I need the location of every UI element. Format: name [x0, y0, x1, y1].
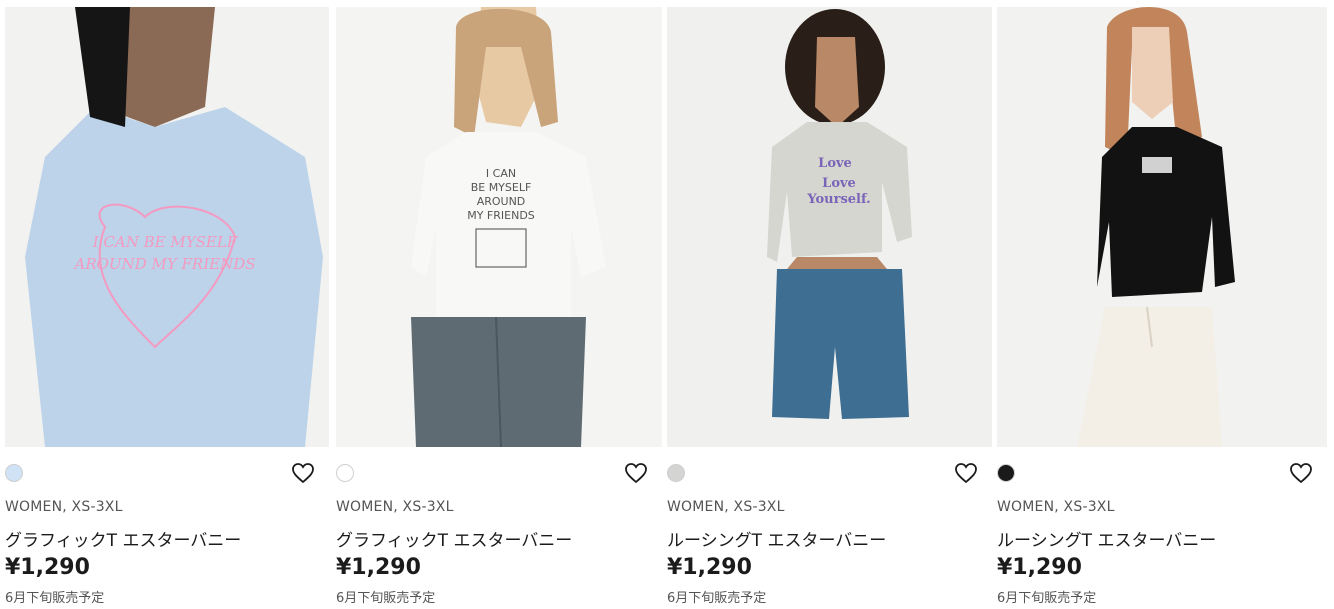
product-category: WOMEN, XS-3XL [336, 499, 454, 515]
product-card[interactable]: WOMEN, XS-3XL ルーシングT エスターバニー ¥1,290 6月下旬… [997, 7, 1327, 609]
favorite-heart-icon[interactable] [624, 462, 648, 484]
color-swatch[interactable] [5, 464, 23, 482]
product-name[interactable]: グラフィックT エスターバニー [336, 526, 572, 551]
product-price: ¥1,290 [5, 555, 90, 580]
shirt-print-text: Yourself. [806, 192, 870, 207]
color-swatch[interactable] [667, 464, 685, 482]
release-note: 6月下旬販売予定 [667, 591, 767, 606]
shirt-print-text: Love [822, 176, 856, 191]
product-category: WOMEN, XS-3XL [5, 499, 123, 515]
product-price: ¥1,290 [997, 555, 1082, 580]
color-swatch[interactable] [336, 464, 354, 482]
release-note: 6月下旬販売予定 [336, 591, 436, 606]
product-image[interactable] [997, 7, 1327, 447]
shirt-print-text: I CAN BE MYSELF [92, 233, 238, 251]
product-card[interactable]: Love Love Yourself. WOMEN, XS-3XL ルーシングT… [667, 7, 992, 609]
product-name[interactable]: ルーシングT エスターバニー [667, 526, 886, 551]
product-name[interactable]: ルーシングT エスターバニー [997, 526, 1216, 551]
shirt-print-text: Love [818, 156, 852, 171]
product-image[interactable]: Love Love Yourself. [667, 7, 992, 447]
product-grid: I CAN BE MYSELF AROUND MY FRIENDS WOMEN,… [0, 0, 1334, 609]
product-image[interactable]: I CAN BE MYSELF AROUND MY FRIENDS [336, 7, 662, 447]
favorite-heart-icon[interactable] [291, 462, 315, 484]
product-image[interactable]: I CAN BE MYSELF AROUND MY FRIENDS [5, 7, 329, 447]
release-note: 6月下旬販売予定 [5, 591, 105, 606]
product-price: ¥1,290 [667, 555, 752, 580]
product-category: WOMEN, XS-3XL [997, 499, 1115, 515]
release-note: 6月下旬販売予定 [997, 591, 1097, 606]
shirt-print-text: MY FRIENDS [467, 209, 535, 222]
product-card[interactable]: I CAN BE MYSELF AROUND MY FRIENDS WOMEN,… [5, 7, 329, 609]
product-card[interactable]: I CAN BE MYSELF AROUND MY FRIENDS WOMEN,… [336, 7, 662, 609]
shirt-print-text: BE MYSELF [471, 181, 532, 194]
shirt-print-text: AROUND [477, 195, 526, 208]
favorite-heart-icon[interactable] [954, 462, 978, 484]
product-price: ¥1,290 [336, 555, 421, 580]
shirt-print-text: I CAN [486, 167, 516, 180]
color-swatch[interactable] [997, 464, 1015, 482]
favorite-heart-icon[interactable] [1289, 462, 1313, 484]
product-name[interactable]: グラフィックT エスターバニー [5, 526, 241, 551]
product-category: WOMEN, XS-3XL [667, 499, 785, 515]
